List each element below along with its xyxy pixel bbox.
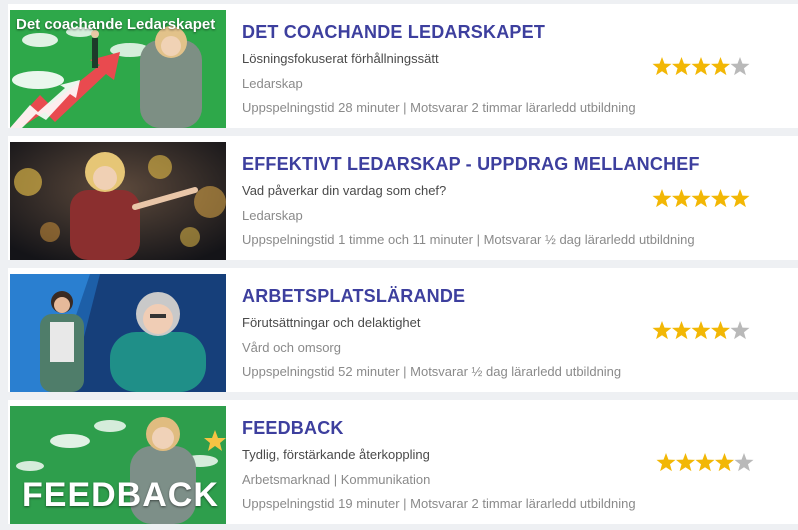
course-category: Vård och omsorg (242, 340, 341, 355)
stars-graphic (656, 453, 754, 472)
star-icon (652, 189, 672, 208)
course-category: Ledarskap (242, 208, 303, 223)
course-title[interactable]: EFFEKTIVT LEDARSKAP - UPPDRAG MELLANCHEF (242, 154, 700, 175)
star-icon (671, 321, 692, 340)
course-title[interactable]: ARBETSPLATSLÄRANDE (242, 286, 465, 307)
course-info: DET COACHANDE LEDARSKAPET Lösningsfokuse… (242, 4, 798, 128)
course-subtitle: Vad påverkar din vardag som chef? (242, 183, 447, 198)
course-category: Ledarskap (242, 76, 303, 91)
course-thumbnail[interactable] (10, 142, 226, 260)
star-icon (710, 57, 731, 76)
star-icon (691, 57, 711, 76)
star-icon (691, 189, 711, 208)
course-list: Det coachande Ledarskapet DET COACHANDE … (0, 0, 798, 530)
thumbnail-image (10, 142, 226, 260)
course-title[interactable]: DET COACHANDE LEDARSKAPET (242, 22, 545, 43)
thumbnail-image (10, 274, 226, 392)
star-rating (652, 320, 752, 342)
stars-graphic (652, 57, 750, 76)
course-title[interactable]: FEEDBACK (242, 418, 344, 439)
course-info: FEEDBACK Tydlig, förstärkande återkoppli… (242, 400, 798, 524)
thumbnail-title: Det coachande Ledarskapet (16, 16, 216, 33)
course-card[interactable]: ARBETSPLATSLÄRANDE Förutsättningar och d… (8, 268, 798, 392)
star-icon (656, 453, 676, 472)
star-icon (730, 57, 750, 76)
star-icon (710, 189, 731, 208)
star-icon (710, 321, 731, 340)
star-rating (652, 188, 752, 210)
star-icon (695, 453, 715, 472)
course-subtitle: Förutsättningar och delaktighet (242, 315, 421, 330)
star-rating (656, 452, 756, 474)
course-thumbnail[interactable]: Det coachande Ledarskapet (10, 10, 226, 128)
course-category: Arbetsmarknad | Kommunikation (242, 472, 431, 487)
course-info: EFFEKTIVT LEDARSKAP - UPPDRAG MELLANCHEF… (242, 136, 798, 260)
course-meta: Uppspelningstid 19 minuter | Motsvarar 2… (242, 496, 636, 511)
star-icon (652, 57, 672, 76)
course-card[interactable]: EFFEKTIVT LEDARSKAP - UPPDRAG MELLANCHEF… (8, 136, 798, 260)
star-icon (675, 453, 696, 472)
stars-graphic (652, 321, 750, 340)
thumbnail-title: FEEDBACK (22, 476, 219, 514)
stars-graphic (652, 189, 750, 208)
star-rating (652, 56, 752, 78)
course-subtitle: Lösningsfokuserat förhållningssätt (242, 51, 439, 66)
course-thumbnail[interactable] (10, 274, 226, 392)
star-icon (652, 321, 672, 340)
star-icon (714, 453, 735, 472)
course-subtitle: Tydlig, förstärkande återkoppling (242, 447, 430, 462)
star-icon (730, 321, 750, 340)
star-icon (691, 321, 711, 340)
course-card[interactable]: Det coachande Ledarskapet DET COACHANDE … (8, 4, 798, 128)
course-meta: Uppspelningstid 28 minuter | Motsvarar 2… (242, 100, 636, 115)
star-icon (671, 189, 692, 208)
star-icon (671, 57, 692, 76)
course-card[interactable]: FEEDBACK FEEDBACK Tydlig, förstärkande å… (8, 400, 798, 524)
star-icon (730, 189, 750, 208)
star-icon (734, 453, 754, 472)
course-info: ARBETSPLATSLÄRANDE Förutsättningar och d… (242, 268, 798, 392)
course-meta: Uppspelningstid 52 minuter | Motsvarar ½… (242, 364, 622, 379)
course-thumbnail[interactable]: FEEDBACK (10, 406, 226, 524)
course-meta: Uppspelningstid 1 timme och 11 minuter |… (242, 232, 695, 247)
